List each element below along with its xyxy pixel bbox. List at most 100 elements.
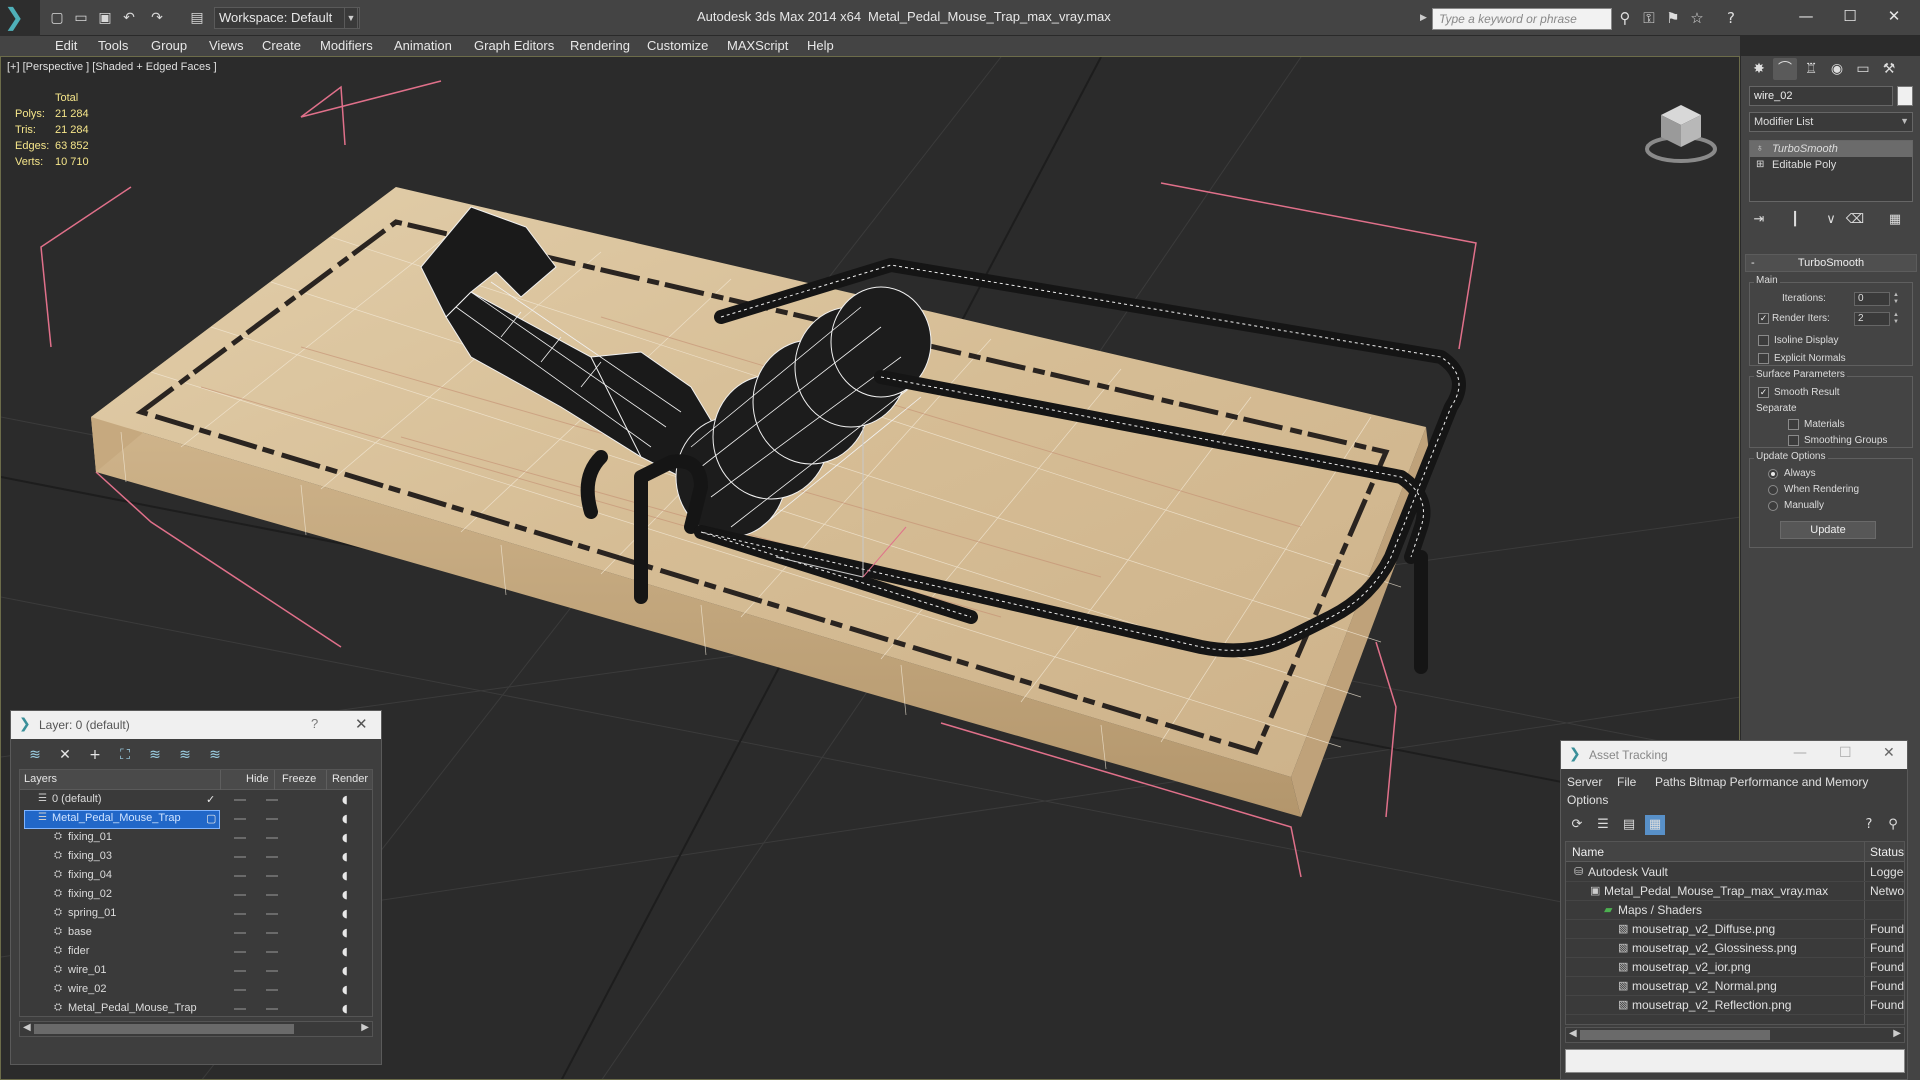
pin-stack-icon[interactable]: ⇥ [1749,210,1769,230]
configure-sets-icon[interactable]: ▦ [1885,210,1905,230]
viewcube-icon[interactable] [1641,87,1721,167]
layer-row[interactable]: ⛭ fixing_01 ◖ [20,829,372,848]
materials-checkbox[interactable] [1788,419,1799,430]
menu-modifiers[interactable]: Modifiers [320,38,373,53]
layer-row[interactable]: ⛭ fider ◖ [20,943,372,962]
menu-group[interactable]: Group [151,38,187,53]
add-to-layer-icon[interactable]: + [85,745,105,765]
hide-toggle[interactable] [234,951,246,953]
layer-row[interactable]: ⛭ fixing_02 ◖ [20,886,372,905]
menu-graph-editors[interactable]: Graph Editors [474,38,554,53]
asset-menu-bitmap-performance[interactable]: Bitmap Performance and Memory [1689,775,1868,789]
asset-row[interactable]: ▰ Maps / Shaders [1566,901,1904,920]
menu-rendering[interactable]: Rendering [570,38,630,53]
freeze-toggle[interactable] [266,818,278,820]
project-folder-icon[interactable]: ▤ [188,9,206,27]
create-tab-icon[interactable]: ✸ [1747,58,1771,80]
hide-toggle[interactable] [234,818,246,820]
binoculars-icon[interactable]: ⚲ [1616,9,1634,27]
context-help-icon[interactable]: ⚲ [1883,815,1903,835]
freeze-toggle[interactable] [266,894,278,896]
smoothing-groups-checkbox[interactable] [1788,435,1799,446]
hide-toggle[interactable] [234,1008,246,1010]
minimize-icon[interactable]: — [1786,4,1826,28]
asset-menu-server[interactable]: Server [1567,775,1602,789]
render-teapot-icon[interactable]: ◖ [342,927,354,939]
workspace-menu-button[interactable]: ▼ [344,7,358,29]
hide-all-layers-icon[interactable]: ≋ [175,745,195,765]
menu-views[interactable]: Views [209,38,243,53]
display-tab-icon[interactable]: ▭ [1851,58,1875,80]
stack-item-editable-poly[interactable]: ⊞ Editable Poly [1750,157,1912,173]
layer-row[interactable]: ⛭ Metal_Pedal_Mouse_Trap ◖ [20,1000,372,1016]
freeze-toggle[interactable] [266,989,278,991]
asset-row[interactable]: ▧ mousetrap_v2_ior.png Found [1566,958,1904,977]
create-layer-icon[interactable]: ≋ [25,745,45,765]
hide-toggle[interactable] [234,799,246,801]
scroll-left-icon[interactable]: ◀ [23,1022,31,1033]
scroll-left-icon[interactable]: ◀ [1569,1028,1577,1039]
maximize-icon[interactable]: ☐ [1839,745,1852,761]
layer-window-titlebar[interactable]: ❯ Layer: 0 (default) ? ✕ [11,711,381,739]
render-teapot-icon[interactable]: ◖ [342,832,354,844]
hide-toggle[interactable] [234,894,246,896]
asset-row[interactable]: ▣ Metal_Pedal_Mouse_Trap_max_vray.max Netw… [1566,882,1904,901]
set-active-layer-icon[interactable]: ▢ [206,812,216,825]
layer-row[interactable]: ☰ 0 (default) ✓ ◖ [20,791,372,810]
freeze-toggle[interactable] [266,799,278,801]
menu-tools[interactable]: Tools [98,38,128,53]
render-teapot-icon[interactable]: ◖ [342,946,354,958]
utilities-tab-icon[interactable]: ⚒ [1877,58,1901,80]
make-unique-icon[interactable]: ∨ [1821,210,1841,230]
save-file-icon[interactable]: ▣ [96,9,114,27]
close-icon[interactable]: ✕ [355,715,368,733]
render-teapot-icon[interactable]: ◖ [342,813,354,825]
search-input[interactable]: Type a keyword or phrase [1432,8,1612,30]
layer-row[interactable]: ⛭ base ◖ [20,924,372,943]
layer-row[interactable]: ⛭ fixing_04 ◖ [20,867,372,886]
render-iters-spinner[interactable]: 2 [1854,312,1890,326]
freeze-toggle[interactable] [266,970,278,972]
explicit-normals-checkbox[interactable] [1758,353,1769,364]
freeze-toggle[interactable] [266,932,278,934]
favorites-star-icon[interactable]: ☆ [1688,9,1706,27]
render-teapot-icon[interactable]: ◖ [342,889,354,901]
undo-icon[interactable]: ↶ [120,9,138,27]
asset-menu-paths[interactable]: Paths [1655,775,1686,789]
layer-row[interactable]: ⛭ wire_01 ◖ [20,962,372,981]
hide-toggle[interactable] [234,932,246,934]
subscription-icon[interactable]: ⚿ [1640,9,1658,27]
column-name[interactable]: Name [1572,845,1604,859]
menu-maxscript[interactable]: MAXScript [727,38,788,53]
asset-row[interactable]: ▧ mousetrap_v2_Glossiness.png Found [1566,939,1904,958]
freeze-toggle[interactable] [266,913,278,915]
hide-toggle[interactable] [234,913,246,915]
column-hide[interactable]: Hide [246,773,269,785]
modify-tab-icon[interactable]: ⌒ [1773,58,1797,80]
render-teapot-icon[interactable]: ◖ [342,984,354,996]
thumbnail-view-icon[interactable]: ▤ [1619,815,1639,835]
spinner-arrows-icon[interactable]: ▲ ▼ [1892,292,1900,306]
column-render[interactable]: Render [332,773,368,785]
refresh-icon[interactable]: ⟳ [1567,815,1587,835]
search-expand-icon[interactable]: ▶ [1420,12,1427,23]
help-icon[interactable]: ? [1722,9,1740,27]
render-teapot-icon[interactable]: ◖ [342,965,354,977]
freeze-toggle[interactable] [266,875,278,877]
layer-row[interactable]: ☰ Metal_Pedal_Mouse_Trap ▢ ◖ [20,810,372,829]
hide-toggle[interactable] [234,856,246,858]
layer-row[interactable]: ⛭ fixing_03 ◖ [20,848,372,867]
table-view-icon[interactable]: ▦ [1645,815,1665,835]
hide-toggle[interactable] [234,837,246,839]
rollout-header[interactable]: - TurboSmooth [1745,254,1917,272]
column-freeze[interactable]: Freeze [282,773,316,785]
scroll-thumb[interactable] [1580,1030,1770,1040]
new-file-icon[interactable]: ▢ [48,9,66,27]
maximize-icon[interactable]: ☐ [1830,4,1870,28]
layer-row[interactable]: ⛭ wire_02 ◖ [20,981,372,1000]
minimize-icon[interactable]: — [1793,745,1807,761]
expand-plus-icon[interactable]: ⊞ [1756,157,1764,173]
menu-edit[interactable]: Edit [55,38,77,53]
delete-layer-icon[interactable]: ✕ [55,745,75,765]
open-file-icon[interactable]: ▭ [72,9,90,27]
